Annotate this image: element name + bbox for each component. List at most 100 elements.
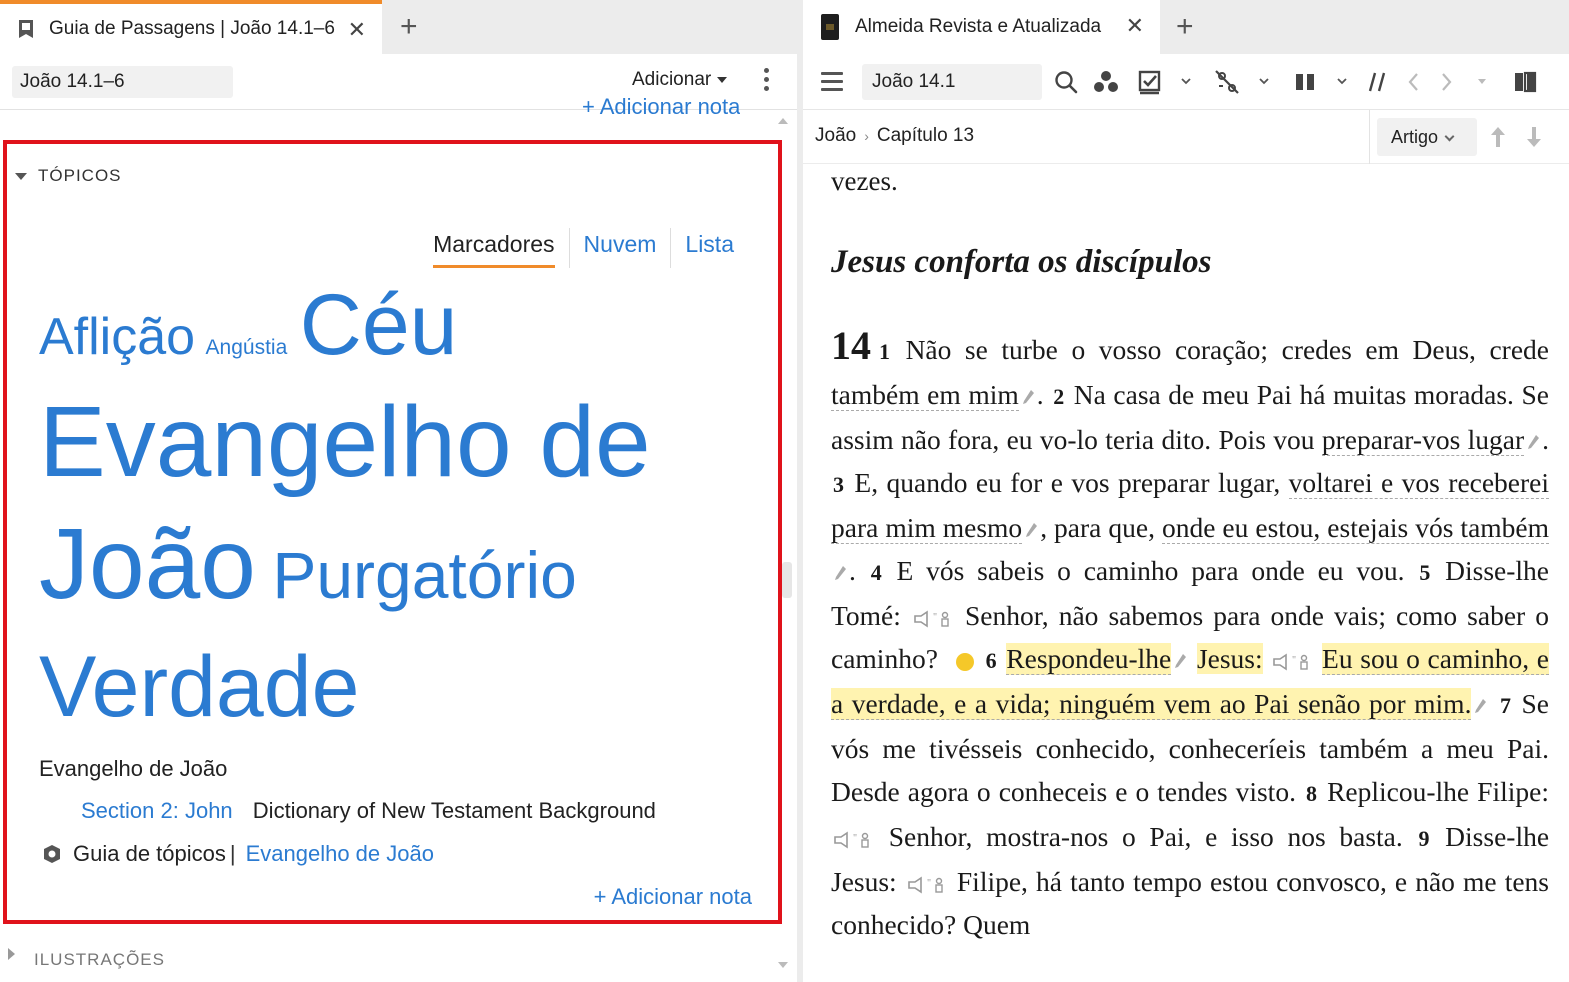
verse-text: preparar-vos lugar <box>1321 424 1525 456</box>
chevron-down-icon[interactable] <box>1337 76 1347 86</box>
add-menu-button[interactable]: Adicionar <box>632 69 728 91</box>
chevron-down-icon[interactable] <box>1181 76 1191 86</box>
breadcrumb-book[interactable]: João <box>815 125 856 147</box>
topic-ceu[interactable]: Céu <box>300 282 458 368</box>
columns-icon[interactable] <box>1293 68 1317 96</box>
pen-note-icon[interactable] <box>1526 434 1540 452</box>
topic-evangelho-de-joao-part1[interactable]: Evangelho de <box>39 392 651 492</box>
topic-verdade[interactable]: Verdade <box>39 644 359 730</box>
reference-source: Dictionary of New Testament Background <box>252 798 656 823</box>
breadcrumb-separator-icon: › <box>864 128 869 144</box>
close-icon[interactable]: ✕ <box>1126 13 1144 39</box>
expand-triangle-icon[interactable] <box>8 948 15 960</box>
chapter-number: 14 <box>831 323 871 368</box>
verse-number[interactable]: 4 <box>871 560 882 585</box>
add-tab-icon[interactable]: + <box>400 10 418 44</box>
collapse-triangle-icon <box>15 172 27 180</box>
chevron-down-icon <box>1444 131 1455 142</box>
visual-filter-icon[interactable] <box>1093 68 1119 96</box>
topic-guide-label: Guia de tópicos <box>73 841 226 866</box>
arrow-down-icon[interactable] <box>1525 124 1543 150</box>
bible-reader[interactable]: vezes. Jesus conforta os discípulos 14 1 … <box>831 164 1549 982</box>
verse-text: E vós sabeis o caminho para onde eu vou. <box>896 555 1405 586</box>
chevron-down-icon[interactable] <box>1259 76 1269 86</box>
tab-marcadores[interactable]: Marcadores <box>433 228 555 268</box>
topic-purgatorio[interactable]: Purgatório <box>272 542 577 608</box>
topic-angustia[interactable]: Angústia <box>206 337 288 358</box>
close-icon[interactable]: ✕ <box>348 17 366 43</box>
pen-note-icon[interactable] <box>1173 653 1187 671</box>
menu-icon[interactable] <box>821 72 843 96</box>
verse-number[interactable]: 6 <box>986 648 997 673</box>
highlight-marker-icon[interactable] <box>955 652 974 671</box>
chapter-text: 14 1 Não se turbe o vosso coração; credes… <box>831 323 1549 940</box>
section-heading: Jesus conforta os discípulos <box>831 244 1212 280</box>
verse-number[interactable]: 3 <box>833 472 844 497</box>
topics-view-tabs: Marcadores Nuvem Lista <box>433 228 748 268</box>
verse-text: E, quando eu for e vos preparar lugar, <box>854 467 1281 498</box>
verse-text: Senhor, mostra-nos o Pai, e isso nos bas… <box>888 821 1403 852</box>
topics-header[interactable]: TÓPICOS <box>15 166 122 186</box>
book-cover-icon <box>821 14 839 40</box>
tab-lista[interactable]: Lista <box>670 228 748 268</box>
right-tabbar: Almeida Revista e Atualizada ✕ + <box>803 0 1569 54</box>
search-icon[interactable] <box>1053 68 1079 96</box>
pen-note-icon[interactable] <box>833 565 847 583</box>
history-caret-icon[interactable] <box>1477 76 1487 86</box>
topic-guide-icon <box>44 845 60 863</box>
verse-text: , para que, <box>1040 512 1155 543</box>
tab-title: Guia de Passagens | João 14.1–6 <box>49 18 335 39</box>
breadcrumb-bar: João › Capítulo 13 Artigo <box>803 110 1569 164</box>
caret-down-icon <box>717 76 728 83</box>
topic-evangelho-de-joao-part2[interactable]: João <box>39 514 256 614</box>
verse-number[interactable]: 9 <box>1418 826 1429 851</box>
scroll-down-icon[interactable] <box>778 962 788 968</box>
pen-note-icon[interactable] <box>1473 698 1487 716</box>
verse-number[interactable]: 1 <box>879 339 890 364</box>
parallel-icon[interactable] <box>1367 68 1391 96</box>
tab-nuvem[interactable]: Nuvem <box>568 228 671 268</box>
speaker-label-icon[interactable]: " <box>833 831 873 849</box>
reference-input[interactable] <box>12 66 233 98</box>
checklist-icon[interactable] <box>1137 68 1163 96</box>
chevron-right-icon[interactable] <box>1437 68 1455 96</box>
illustrations-heading[interactable]: ILUSTRAÇÕES <box>34 950 165 970</box>
verse-number[interactable]: 8 <box>1306 781 1317 806</box>
topic-aflicao[interactable]: Aflição <box>39 311 195 363</box>
speaker-label-icon[interactable]: " <box>913 610 953 628</box>
view-mode-dropdown[interactable]: Artigo <box>1377 118 1477 156</box>
topic-reference: Section 2: John Dictionary of New Testam… <box>81 798 656 824</box>
svg-text:": " <box>927 878 931 889</box>
section-link[interactable]: Section 2: John <box>81 798 233 823</box>
speaker-label-icon[interactable]: " <box>907 876 947 894</box>
add-note-link-prev[interactable]: + Adicionar nota <box>582 94 740 118</box>
verse-text: também em mim <box>831 379 1019 411</box>
svg-text:": " <box>933 612 937 623</box>
bible-panel: Almeida Revista e Atualizada ✕ + João 14… <box>803 0 1569 982</box>
verse-number[interactable]: 2 <box>1053 384 1064 409</box>
arrow-up-icon[interactable] <box>1489 124 1507 150</box>
verse-number[interactable]: 7 <box>1500 693 1511 718</box>
chevron-left-icon[interactable] <box>1405 68 1423 96</box>
view-mode-label: Artigo <box>1391 127 1439 147</box>
breadcrumb: João › Capítulo 13 <box>815 125 974 147</box>
scroll-up-icon[interactable] <box>778 118 788 124</box>
speaker-label-icon[interactable]: " <box>1272 653 1312 671</box>
verse-number[interactable]: 5 <box>1419 560 1430 585</box>
panel-layout-icon[interactable] <box>1513 68 1537 96</box>
passage-guide-panel: Guia de Passagens | João 14.1–6 ✕ + Adic… <box>0 0 797 982</box>
topic-guide-link[interactable]: Evangelho de João <box>246 841 434 867</box>
breadcrumb-chapter[interactable]: Capítulo 13 <box>877 125 974 147</box>
pen-note-icon[interactable] <box>1024 522 1038 540</box>
verse-text: Não se turbe o vosso coração; credes em … <box>905 334 1549 365</box>
add-note-link[interactable]: + Adicionar nota <box>594 884 752 910</box>
panel-resize-handle[interactable] <box>782 562 792 598</box>
tab-bible[interactable]: Almeida Revista e Atualizada ✕ <box>803 0 1160 54</box>
tab-passage-guide[interactable]: Guia de Passagens | João 14.1–6 ✕ <box>0 0 382 54</box>
pen-note-icon[interactable] <box>1021 389 1035 407</box>
add-tab-icon[interactable]: + <box>1176 10 1194 44</box>
interlinear-off-icon[interactable] <box>1213 68 1241 96</box>
more-options-icon[interactable] <box>761 68 771 96</box>
reference-input[interactable] <box>862 64 1042 100</box>
previous-verse-text: vezes. <box>831 166 898 196</box>
